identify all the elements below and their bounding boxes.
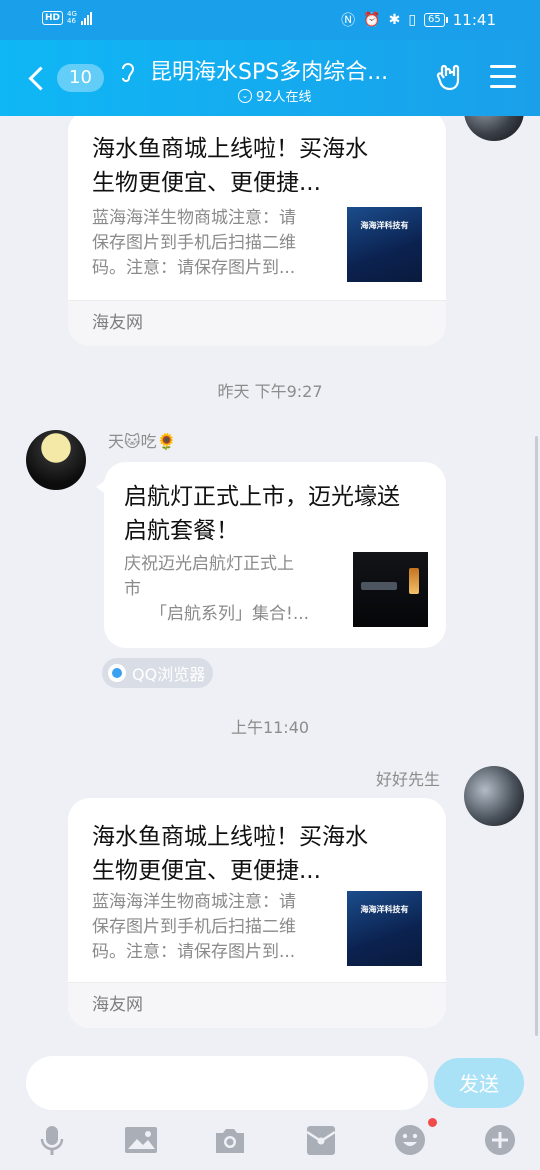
red-packet-icon[interactable]	[306, 1124, 336, 1156]
vibrate-icon: ▯	[408, 12, 417, 28]
network-type: 4G 46	[67, 10, 77, 25]
status-bar: HD 4G 46 Ⓝ ⏰ ✱ ▯ 65 11:41	[0, 0, 540, 40]
qq-browser-icon	[108, 664, 126, 682]
microphone-icon[interactable]	[36, 1124, 68, 1156]
chevron-down-circle-icon: ⌄	[238, 88, 252, 103]
unread-count-badge: 10	[57, 64, 104, 92]
clock: 11:41	[452, 11, 496, 29]
card-description: 庆祝迈光启航灯正式上 市 「启航系列」集合!...	[124, 554, 310, 624]
card-thumbnail	[353, 552, 428, 627]
sender-name: 好好先生	[375, 770, 440, 789]
group-title[interactable]: 昆明海水SPS多肉综合...	[150, 54, 388, 86]
camera-icon[interactable]	[214, 1124, 246, 1156]
avatar[interactable]	[26, 430, 86, 490]
alarm-icon: ⏰	[363, 12, 381, 28]
scrollbar[interactable]	[535, 436, 538, 1036]
status-right: Ⓝ ⏰ ✱ ▯ 65 11:41	[341, 10, 496, 30]
sender-name: 天🐱吃🌻	[108, 432, 177, 451]
nfc-icon: Ⓝ	[341, 13, 356, 29]
back-button[interactable]: 10	[26, 60, 106, 96]
signal-icon	[80, 11, 92, 25]
source-chip[interactable]: QQ浏览器	[102, 658, 214, 688]
card-thumbnail: 海海洋科技有	[347, 891, 422, 966]
hd-badge: HD	[42, 11, 64, 25]
input-bar: 发送	[0, 1044, 540, 1170]
chat-header: 10 昆明海水SPS多肉综合... ⌄ 92人在线	[0, 40, 540, 116]
bluetooth-icon: ✱	[388, 12, 401, 28]
avatar[interactable]	[464, 116, 524, 141]
card-thumbnail: 海海洋科技有	[347, 207, 422, 282]
lamp-image	[409, 568, 419, 594]
emoji-icon[interactable]	[394, 1124, 426, 1156]
battery-icon: 65	[424, 13, 448, 27]
timestamp: 上午11:40	[230, 718, 310, 737]
card-title: 海水鱼商城上线啦！买海水 生物更便宜、更便捷...	[92, 136, 368, 196]
link-card[interactable]: 海水鱼商城上线啦！买海水 生物更便宜、更便捷... 蓝海海洋生物商城注意：请 保…	[68, 798, 446, 1028]
image-icon[interactable]	[124, 1124, 158, 1156]
send-button[interactable]: 发送	[434, 1058, 524, 1108]
chevron-left-icon	[28, 65, 53, 91]
avatar[interactable]	[464, 766, 524, 826]
hand-gesture-icon[interactable]	[434, 62, 466, 94]
card-source: 海友网	[68, 300, 446, 346]
ear-icon[interactable]	[118, 60, 138, 84]
chat-area[interactable]: 海水鱼商城上线啦！买海水 生物更便宜、更便捷... 蓝海海洋生物商城注意：请 保…	[0, 116, 540, 1044]
card-title: 海水鱼商城上线啦！买海水 生物更便宜、更便捷...	[92, 824, 368, 884]
menu-icon[interactable]	[490, 65, 516, 89]
online-count[interactable]: ⌄ 92人在线	[238, 86, 312, 105]
plus-icon[interactable]	[484, 1124, 516, 1156]
card-description: 蓝海海洋生物商城注意：请 保存图片到手机后扫描二维 码。注意：请保存图片到...	[92, 208, 296, 278]
lamp-image	[361, 582, 397, 590]
status-left: HD 4G 46	[42, 11, 92, 25]
link-card[interactable]: 启航灯正式上市，迈光壕送 启航套餐！ 庆祝迈光启航灯正式上 市 「启航系列」集合…	[104, 462, 446, 648]
card-source: 海友网	[68, 982, 446, 1028]
card-title: 启航灯正式上市，迈光壕送 启航套餐！	[124, 484, 400, 544]
timestamp: 昨天 下午9:27	[217, 382, 323, 401]
link-card[interactable]: 海水鱼商城上线啦！买海水 生物更便宜、更便捷... 蓝海海洋生物商城注意：请 保…	[68, 116, 446, 346]
card-description: 蓝海海洋生物商城注意：请 保存图片到手机后扫描二维 码。注意：请保存图片到...	[92, 892, 296, 962]
notification-dot	[428, 1118, 437, 1127]
message-input[interactable]	[26, 1056, 428, 1110]
